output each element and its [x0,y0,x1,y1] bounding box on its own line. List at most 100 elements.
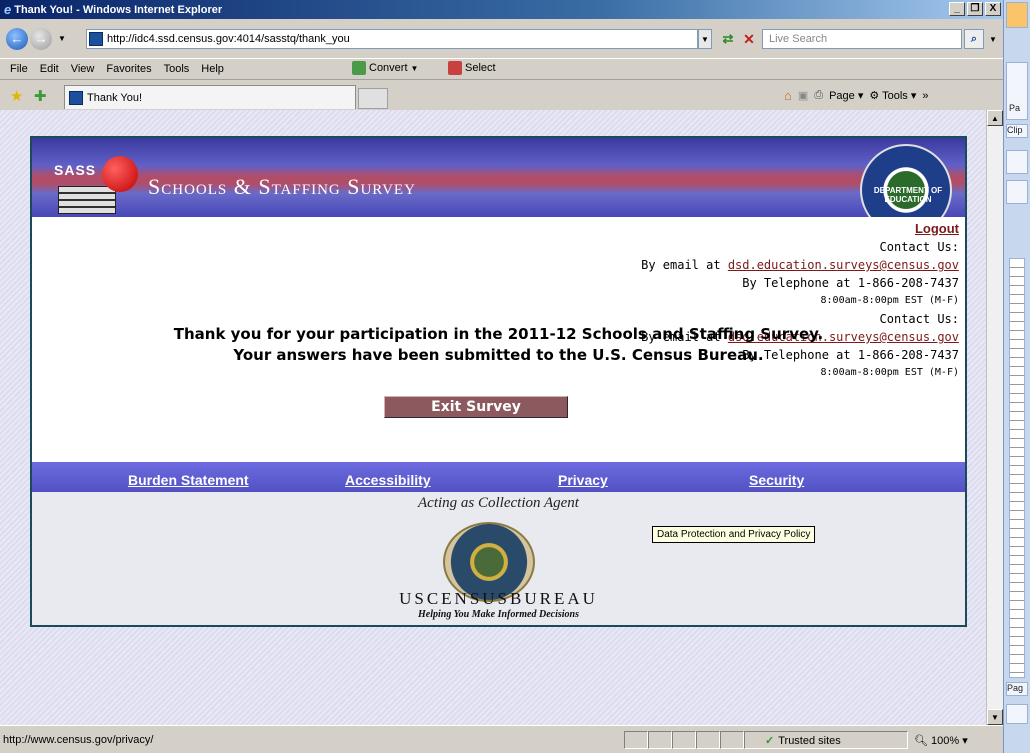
exit-survey-button[interactable]: Exit Survey [384,396,568,418]
footer-body: Acting as Collection Agent USCENSUSBUREA… [32,492,965,625]
shield-icon[interactable] [1006,150,1028,174]
email-line: By email at dsd.education.surveys@census… [641,258,959,272]
menu-bar: File Edit View Favorites Tools Help Conv… [0,58,1003,79]
page-favicon-icon [89,32,103,46]
side-application-panel: Pa Clip Pag [1003,0,1030,753]
menu-view[interactable]: View [65,63,101,75]
seal-text: DEPARTMENT OF EDUCATION [873,186,943,204]
clipboard-label: Clip [1006,124,1028,138]
search-icon[interactable]: ⌕ [964,29,984,49]
select-button[interactable]: Select [448,61,496,75]
sass-logo-text: SASS [54,162,97,178]
command-bar: ⌂ ▣ ⎙ Page ▾ ⚙ Tools ▾ » [784,88,928,103]
scroll-up-arrow[interactable]: ▲ [987,110,1003,126]
page-label: Pag [1006,682,1028,696]
home-icon[interactable]: ⌂ [784,88,792,103]
close-button[interactable]: X [985,2,1001,16]
survey-panel: SASS Schools & Staffing Survey DEPARTMEN… [30,136,967,627]
select-label: Select [465,62,496,74]
back-button[interactable]: ← [6,27,28,50]
forward-button[interactable]: → [30,27,52,50]
history-dropdown-icon[interactable]: ▼ [58,34,66,43]
gear-icon: ⚙ [869,90,880,102]
page-content: SASS Schools & Staffing Survey DEPARTMEN… [0,110,986,725]
convert-icon [352,61,366,75]
menu-file[interactable]: File [4,63,34,75]
address-url: http://idc4.ssd.census.gov:4014/sasstq/t… [107,33,350,45]
privacy-tooltip: Data Protection and Privacy Policy [652,526,816,543]
vertical-scrollbar[interactable]: ▲ ▼ [986,110,1003,725]
restore-button[interactable]: ❐ [967,2,983,16]
start-icon[interactable] [1006,704,1028,724]
privacy-link[interactable]: Privacy [558,472,608,488]
window-controls: _ ❐ X [949,2,1001,16]
new-tab-button[interactable] [358,88,388,109]
convert-label: Convert [369,62,408,74]
status-cell [720,731,744,749]
office-button-icon[interactable] [1006,2,1028,28]
census-bureau-name: USCENSUSBUREAU [399,589,598,608]
search-options-dropdown[interactable]: ▼ [986,29,1000,49]
menu-favorites[interactable]: Favorites [100,63,157,75]
tab-stop-icon[interactable] [1006,180,1028,204]
menu-edit[interactable]: Edit [34,63,65,75]
education-seal: DEPARTMENT OF EDUCATION [860,144,952,217]
accessibility-link[interactable]: Accessibility [345,472,431,488]
status-cell [624,731,648,749]
census-tagline: Helping You Make Informed Decisions [418,609,579,620]
security-zone[interactable]: ✓ Trusted sites [765,734,841,748]
apple-logo [102,156,138,192]
tools-menu[interactable]: ⚙ Tools ▾ [869,89,916,102]
address-toolbar: ← → ▼ http://idc4.ssd.census.gov:4014/sa… [0,19,1003,58]
title-bar: e Thank You! - Windows Internet Explorer… [0,0,1003,19]
status-url: http://www.census.gov/privacy/ [3,733,154,746]
chevron-down-icon: ▼ [410,63,419,73]
page-menu[interactable]: Page ▾ [829,89,863,102]
logout-link[interactable]: Logout [915,221,959,236]
books-logo [58,186,116,214]
address-input[interactable]: http://idc4.ssd.census.gov:4014/sasstq/t… [86,29,698,49]
zone-label: Trusted sites [778,734,841,747]
convert-button[interactable]: Convert ▼ [352,61,418,75]
tab-thank-you[interactable]: Thank You! [64,85,356,109]
favorites-star-icon[interactable]: ★ [10,87,23,105]
check-icon: ✓ [765,735,775,747]
search-input[interactable]: Live Search [762,29,962,49]
hours-line-2: 8:00am-8:00pm EST (M-F) [820,367,959,378]
thanks-line-1: Thank you for your participation in the … [173,325,824,343]
hours-line: 8:00am-8:00pm EST (M-F) [820,295,959,306]
add-favorite-icon[interactable]: ✚ [34,87,47,105]
status-cell [648,731,672,749]
status-bar: http://www.census.gov/privacy/ ✓ Trusted… [0,725,1003,753]
status-cell [696,731,720,749]
stop-button[interactable]: ✕ [740,29,758,49]
thanks-line-2: Your answers have been submitted to the … [233,346,764,364]
burden-statement-link[interactable]: Burden Statement [128,472,249,488]
menu-help[interactable]: Help [195,63,230,75]
minimize-button[interactable]: _ [949,2,965,16]
paste-button[interactable]: Pa [1006,62,1028,120]
thank-you-message: Thank you for your participation in the … [32,324,965,366]
vertical-ruler [1009,258,1025,678]
collection-agent-text: Acting as Collection Agent [418,495,579,511]
tab-title: Thank You! [87,91,143,104]
telephone-line: By Telephone at 1-866-208-7437 [742,276,959,290]
footer-nav: Burden Statement Accessibility Privacy S… [32,462,965,492]
refresh-button[interactable]: ⇄ [719,29,737,49]
email-link[interactable]: dsd.education.surveys@census.gov [728,258,959,272]
zoom-level[interactable]: 🔍︎ 100% ▾ [914,734,968,747]
print-icon[interactable]: ⎙ [814,89,823,102]
banner: SASS Schools & Staffing Survey DEPARTMEN… [32,138,965,217]
security-link[interactable]: Security [749,472,804,488]
feeds-icon[interactable]: ▣ [798,89,808,102]
more-commands-icon[interactable]: » [922,90,928,102]
scroll-down-arrow[interactable]: ▼ [987,709,1003,725]
banner-title: Schools & Staffing Survey [148,174,416,199]
select-icon [448,61,462,75]
favorites-bar: ★ ✚ Thank You! ⌂ ▣ ⎙ Page ▾ ⚙ Tools ▾ » [0,79,1003,110]
tab-favicon-icon [69,90,83,105]
contact-us-label: Contact Us: [879,240,959,254]
window-title: Thank You! - Windows Internet Explorer [14,3,223,16]
address-dropdown-button[interactable]: ▼ [698,29,712,49]
menu-tools[interactable]: Tools [158,63,196,75]
